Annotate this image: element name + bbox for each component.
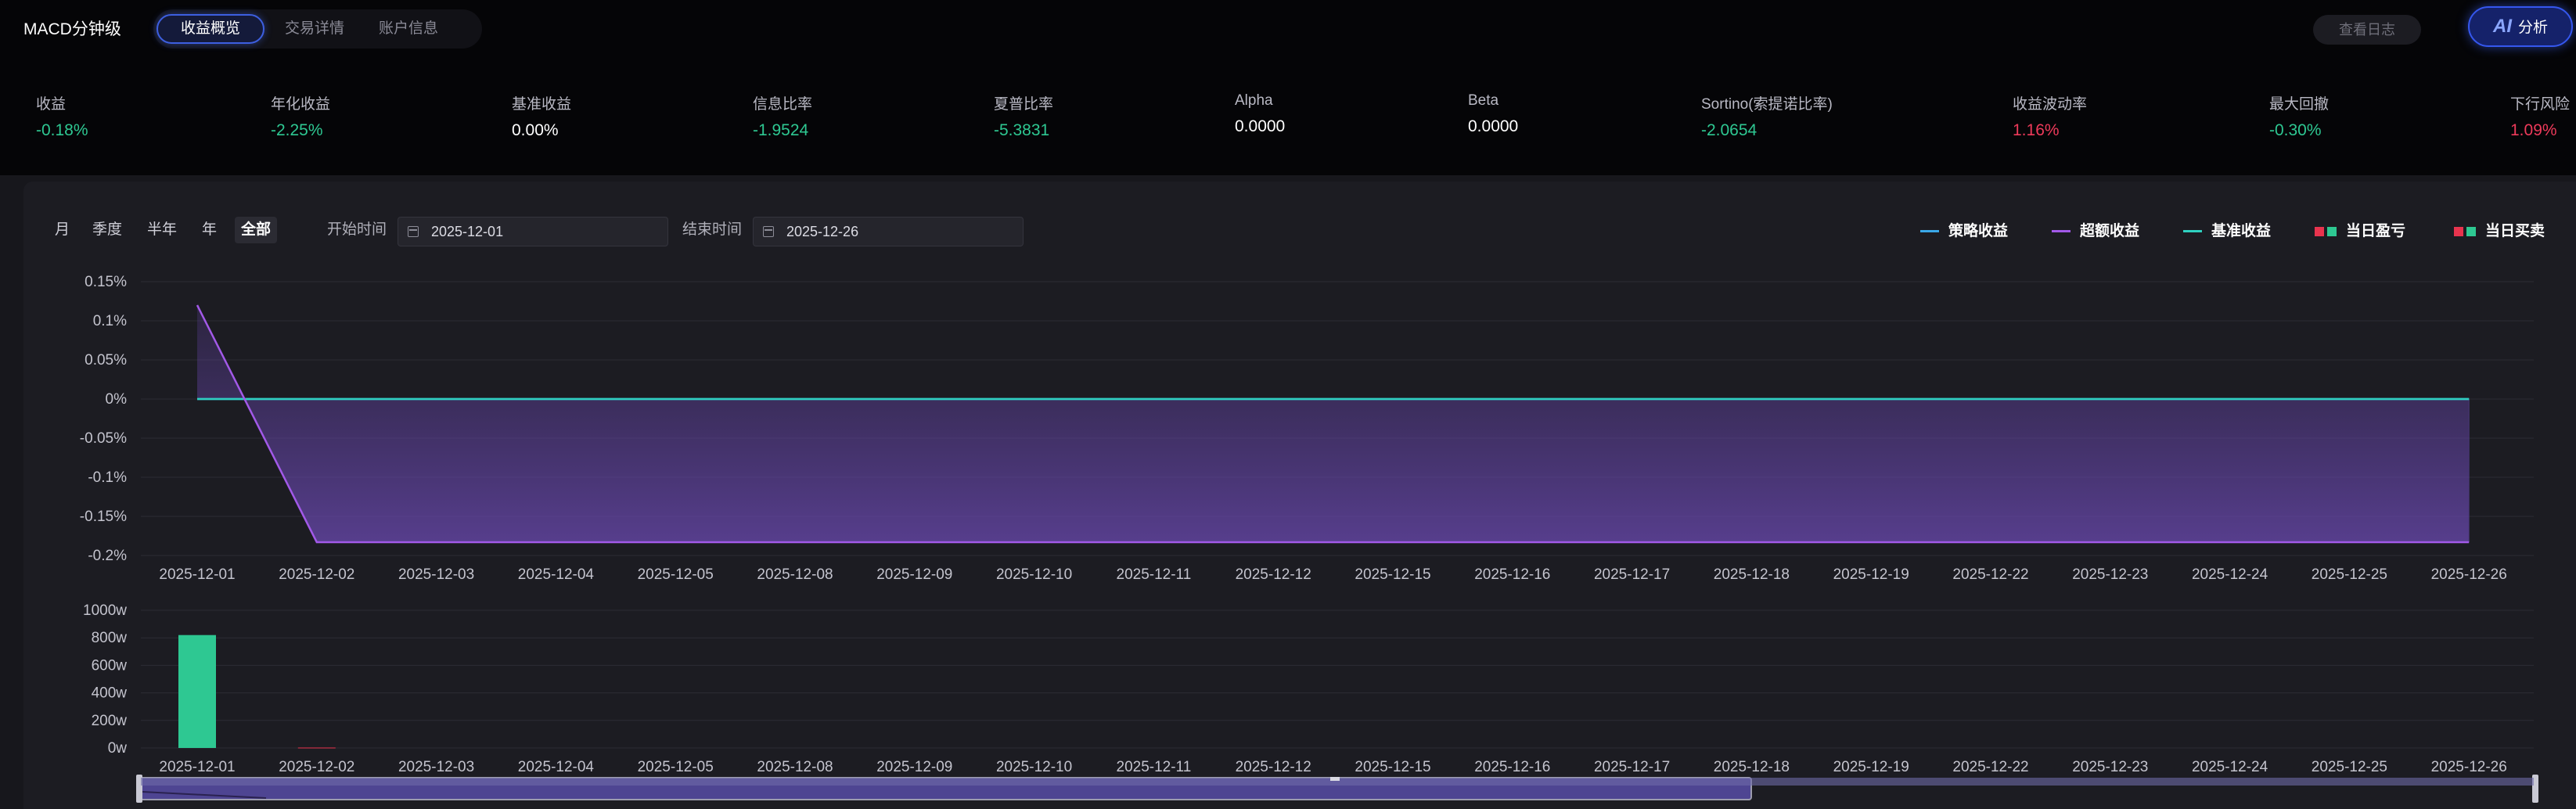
- volume-bar: [178, 635, 216, 748]
- return-line-chart[interactable]: 0.15% 0.1% 0.05% 0% -0.05% -0.1% -0.15% -0.2% 20…: [80, 274, 2534, 583]
- x-tick-label: 2025-12-17: [1594, 759, 1670, 775]
- x-tick-label: 2025-12-16: [1474, 566, 1550, 583]
- y-tick-label: 0%: [106, 391, 128, 408]
- x-tick-label: 2025-12-11: [1117, 566, 1192, 583]
- x-tick-label: 2025-12-18: [1714, 759, 1790, 775]
- y-tick-label: 0.15%: [85, 274, 127, 290]
- x-tick-label: 2025-12-05: [638, 566, 714, 583]
- charts-canvas: 0.15% 0.1% 0.05% 0% -0.05% -0.1% -0.15% -0.2% 20…: [80, 274, 2538, 803]
- x-tick-label: 2025-12-26: [2431, 759, 2507, 775]
- x-tick-label: 2025-12-12: [1236, 566, 1311, 583]
- x-tick-label: 2025-12-12: [1236, 759, 1311, 775]
- x-tick-label: 2025-12-01: [159, 566, 235, 583]
- x-tick-label: 2025-12-17: [1594, 566, 1670, 583]
- y-tick-label: 400w: [92, 685, 128, 702]
- x-tick-label: 2025-12-02: [279, 566, 354, 583]
- y-tick-label: 0w: [108, 740, 128, 757]
- y-tick-label: 800w: [92, 630, 128, 646]
- x-tick-label: 2025-12-09: [876, 759, 952, 775]
- zoom-drag-grip[interactable]: [1330, 777, 1340, 781]
- x-tick-label: 2025-12-19: [1833, 566, 1909, 583]
- x-tick-label: 2025-12-24: [2192, 759, 2268, 775]
- x-tick-label: 2025-12-15: [1355, 759, 1430, 775]
- x-tick-label: 2025-12-25: [2312, 759, 2387, 775]
- x-tick-label: 2025-12-16: [1474, 759, 1550, 775]
- x-tick-label: 2025-12-08: [757, 759, 833, 775]
- y-tick-label: -0.15%: [80, 509, 127, 525]
- x-tick-label: 2025-12-25: [2312, 566, 2387, 583]
- x-tick-label: 2025-12-10: [996, 566, 1072, 583]
- volume-bar: [297, 747, 336, 749]
- y-tick-label: -0.1%: [88, 469, 127, 486]
- x-tick-label: 2025-12-15: [1355, 566, 1430, 583]
- x-tick-label: 2025-12-09: [876, 566, 952, 583]
- x-tick-label: 2025-12-19: [1833, 759, 1909, 775]
- x-tick-label: 2025-12-10: [996, 759, 1072, 775]
- x-tick-label: 2025-12-04: [518, 566, 595, 583]
- y-tick-label: 200w: [92, 713, 128, 729]
- y-tick-label: 1000w: [83, 602, 127, 619]
- x-tick-label: 2025-12-23: [2072, 566, 2148, 583]
- x-tick-label: 2025-12-22: [1952, 759, 2028, 775]
- x-tick-label: 2025-12-18: [1714, 566, 1790, 583]
- x-tick-label: 2025-12-08: [757, 566, 833, 583]
- y-tick-label: 0.1%: [93, 313, 127, 329]
- x-tick-label: 2025-12-05: [638, 759, 714, 775]
- x-tick-label: 2025-12-04: [518, 759, 595, 775]
- x-tick-label: 2025-12-23: [2072, 759, 2148, 775]
- x-tick-label: 2025-12-26: [2431, 566, 2507, 583]
- y-tick-label: 600w: [92, 657, 128, 674]
- x-tick-label: 2025-12-24: [2192, 566, 2268, 583]
- x-tick-label: 2025-12-11: [1117, 759, 1192, 775]
- x-tick-label: 2025-12-03: [398, 566, 474, 583]
- zoom-slider[interactable]: [136, 775, 2538, 803]
- x-tick-label: 2025-12-22: [1952, 566, 2028, 583]
- x-tick-label: 2025-12-03: [398, 759, 474, 775]
- volume-bar-chart[interactable]: 1000w 800w 600w 400w 200w 0w 2025-12-01 2025-12…: [83, 602, 2534, 775]
- y-tick-label: -0.2%: [88, 548, 127, 564]
- excess-return-area: [197, 305, 2470, 542]
- x-tick-label: 2025-12-02: [279, 759, 354, 775]
- x-tick-label: 2025-12-01: [159, 759, 235, 775]
- y-tick-label: -0.05%: [80, 430, 127, 447]
- y-tick-label: 0.05%: [85, 352, 127, 369]
